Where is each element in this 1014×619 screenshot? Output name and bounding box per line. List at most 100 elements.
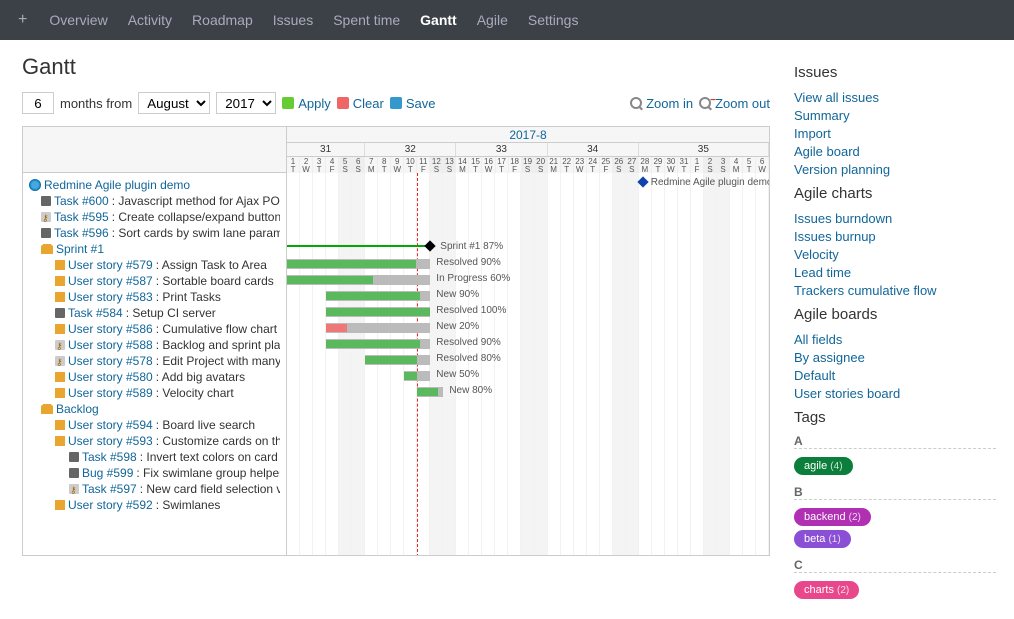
sidebar-charts-link[interactable]: Trackers cumulative flow [794,282,996,300]
tree-link[interactable]: User story #592 [68,497,153,513]
bar-label: Sprint #1 87% [440,241,503,252]
tree-row[interactable]: User story #594: Board live search [29,417,280,433]
task-icon [55,356,65,366]
nav-agile[interactable]: Agile [467,0,518,40]
save-button[interactable]: Save [390,96,436,111]
gantt-bar[interactable] [287,259,430,269]
tree-row[interactable]: Backlog [29,401,280,417]
tree-row[interactable]: User story #588: Backlog and sprint plan… [29,337,280,353]
plus-icon[interactable]: + [10,11,35,29]
tree-row[interactable]: Task #595: Create collapse/expand button… [29,209,280,225]
sidebar-charts-link[interactable]: Lead time [794,264,996,282]
tree-link[interactable]: User story #589 [68,385,153,401]
day-header: 20S [535,157,548,173]
gantt-timeline: 2017-8 3132333435 1T2W3T4F5S6S7M8T9W10T1… [287,127,769,555]
sidebar-issues-link[interactable]: Summary [794,107,996,125]
tree-link[interactable]: Bug #599 [82,465,133,481]
tag-backend[interactable]: backend (2) [794,508,871,526]
tree-link[interactable]: User story #580 [68,369,153,385]
tag-charts[interactable]: charts (2) [794,581,859,599]
nav-spent-time[interactable]: Spent time [323,0,410,40]
gantt-toolbar: months from August 2017 Apply Clear Save… [22,92,770,114]
day-header: 8T [378,157,391,173]
gantt-bar[interactable] [326,291,430,301]
sidebar-charts-link[interactable]: Issues burndown [794,210,996,228]
tag-agile[interactable]: agile (4) [794,457,853,475]
tree-row[interactable]: Task #598: Invert text colors on card se… [29,449,280,465]
zoom-out-button[interactable]: Zoom out [699,96,770,111]
sidebar-issues-link[interactable]: View all issues [794,89,996,107]
months-input[interactable] [22,92,54,114]
sidebar-charts-link[interactable]: Velocity [794,246,996,264]
tree-row[interactable]: User story #586: Cumulative flow chart [29,321,280,337]
tree-link[interactable]: Task #584 [68,305,123,321]
tree-link[interactable]: Task #595 [54,209,109,225]
tree-link[interactable]: User story #593 [68,433,153,449]
day-header: 23W [574,157,587,173]
sidebar-charts-link[interactable]: Issues burnup [794,228,996,246]
tree-link[interactable]: Task #598 [82,449,137,465]
apply-button[interactable]: Apply [282,96,331,111]
sidebar-boards-link[interactable]: Default [794,367,996,385]
sidebar-issues-link[interactable]: Import [794,125,996,143]
sidebar-boards-link[interactable]: By assignee [794,349,996,367]
nav-overview[interactable]: Overview [39,0,117,40]
sidebar-boards-link[interactable]: All fields [794,331,996,349]
tree-row[interactable]: User story #579: Assign Task to Area [29,257,280,273]
task-icon [41,228,51,238]
tree-row[interactable]: Bug #599: Fix swimlane group helper [29,465,280,481]
tree-row[interactable]: User story #587: Sortable board cards [29,273,280,289]
year-select[interactable]: 2017 [216,92,276,114]
tree-row[interactable]: Sprint #1 [29,241,280,257]
gantt-bar[interactable] [326,339,430,349]
nav-roadmap[interactable]: Roadmap [182,0,263,40]
tree-link[interactable]: User story #583 [68,289,153,305]
tree-link[interactable]: Redmine Agile plugin demo [44,177,190,193]
tree-link[interactable]: User story #579 [68,257,153,273]
sidebar-issues-link[interactable]: Version planning [794,161,996,179]
tree-link[interactable]: Task #597 [82,481,137,497]
gantt-bar[interactable] [404,371,430,381]
day-header: 31T [678,157,691,173]
tree-link[interactable]: Task #600 [54,193,109,209]
day-header: 2S [704,157,717,173]
tree-link[interactable]: User story #587 [68,273,153,289]
tree-link[interactable]: User story #578 [68,353,153,369]
nav-gantt[interactable]: Gantt [410,0,467,40]
tree-link[interactable]: Task #596 [54,225,109,241]
gantt-bar[interactable] [326,323,430,333]
tree-link[interactable]: User story #586 [68,321,153,337]
sidebar-boards-link[interactable]: User stories board [794,385,996,403]
tree-row[interactable]: User story #583: Print Tasks [29,289,280,305]
task-icon [41,212,51,222]
gantt-bar[interactable] [417,387,443,397]
tree-row[interactable]: Redmine Agile plugin demo [29,177,280,193]
tree-link[interactable]: User story #588 [68,337,153,353]
tree-link[interactable]: User story #594 [68,417,153,433]
clear-button[interactable]: Clear [337,96,384,111]
tree-row[interactable]: User story #578: Edit Project with many … [29,353,280,369]
gantt-bar[interactable] [365,355,430,365]
tree-row[interactable]: Task #597: New card field selection view [29,481,280,497]
nav-settings[interactable]: Settings [518,0,589,40]
tree-row[interactable]: User story #592: Swimlanes [29,497,280,513]
tree-row[interactable]: Task #584: Setup CI server [29,305,280,321]
sidebar-issues-link[interactable]: Agile board [794,143,996,161]
tag-letter: A [794,434,996,449]
day-header: 5T [743,157,756,173]
zoom-in-button[interactable]: Zoom in [630,96,693,111]
month-header[interactable]: 2017-8 [509,128,546,142]
nav-activity[interactable]: Activity [118,0,182,40]
tag-beta[interactable]: beta (1) [794,530,851,548]
tree-row[interactable]: Task #600: Javascript method for Ajax PO… [29,193,280,209]
tree-row[interactable]: Task #596: Sort cards by swim lane param [29,225,280,241]
tree-row[interactable]: User story #593: Customize cards on the … [29,433,280,449]
tree-row[interactable]: User story #589: Velocity chart [29,385,280,401]
gantt-bar[interactable] [287,275,430,285]
tree-row[interactable]: User story #580: Add big avatars [29,369,280,385]
gantt-bar[interactable] [326,307,430,317]
month-select[interactable]: August [138,92,210,114]
tree-link[interactable]: Backlog [56,401,99,417]
tree-link[interactable]: Sprint #1 [56,241,104,257]
nav-issues[interactable]: Issues [263,0,323,40]
